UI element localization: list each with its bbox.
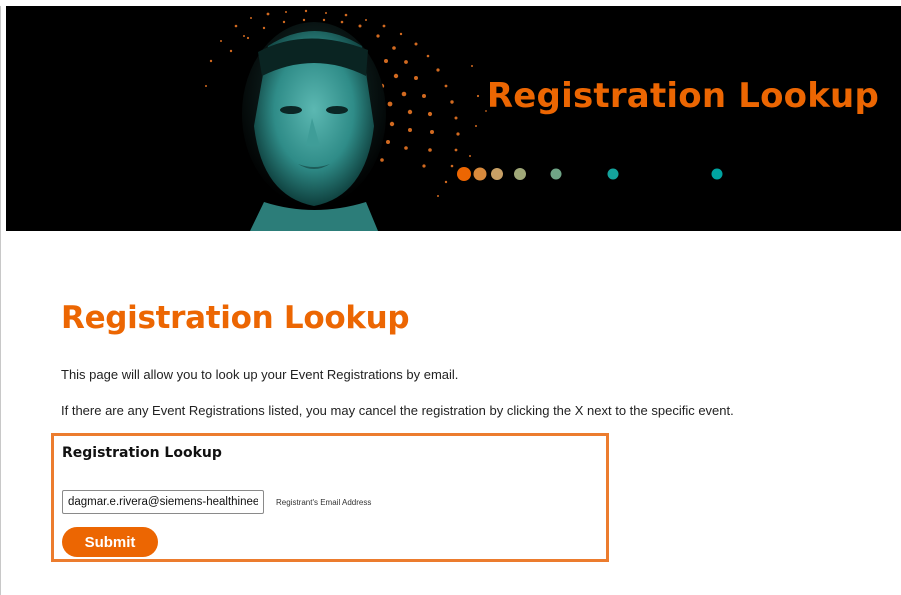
hero-dot: [550, 168, 562, 180]
hero-dot: [491, 168, 503, 180]
hero-dot: [514, 168, 526, 180]
submit-button[interactable]: Submit: [62, 527, 158, 557]
instructions-text: If there are any Event Registrations lis…: [61, 403, 734, 418]
hero-dot: [607, 168, 619, 180]
registration-lookup-form: Registration Lookup Registrant's Email A…: [51, 433, 609, 562]
hero-banner: Registration Lookup: [6, 6, 901, 231]
hero-dot: [711, 168, 723, 180]
hero-dot: [473, 167, 487, 181]
main-content: Registration Lookup This page will allow…: [61, 300, 861, 418]
email-input[interactable]: [62, 490, 264, 514]
portrait: [242, 22, 386, 231]
email-field-label: Registrant's Email Address: [276, 498, 372, 507]
hero-image: [205, 9, 723, 231]
page-title: Registration Lookup: [61, 300, 410, 336]
decorative-dots: [457, 167, 723, 181]
hero-dot: [457, 167, 471, 181]
page-left-border: [0, 6, 1, 595]
intro-text: This page will allow you to look up your…: [61, 367, 459, 382]
hero-title: Registration Lookup: [486, 76, 879, 116]
form-heading: Registration Lookup: [62, 445, 222, 461]
